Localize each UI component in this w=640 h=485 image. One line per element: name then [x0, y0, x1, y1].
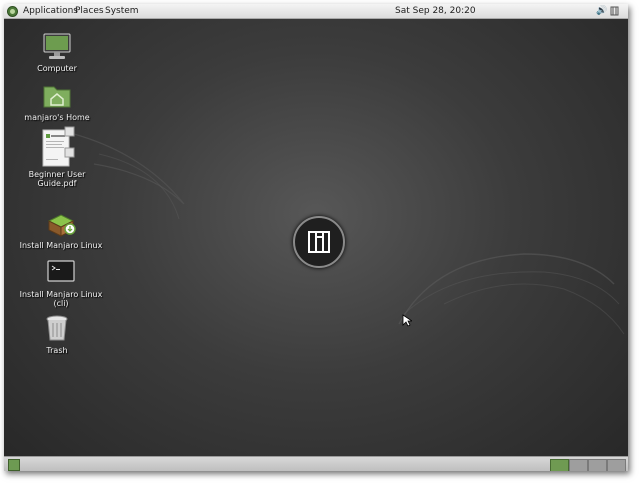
manjaro-logo: [293, 216, 345, 268]
main-menu-logo-icon[interactable]: [7, 6, 18, 17]
desktop-icon-trash[interactable]: Trash: [12, 312, 102, 355]
show-desktop-icon[interactable]: [8, 459, 20, 471]
desktop-icon-label: Install Manjaro Linux: [19, 241, 103, 250]
workspace-1[interactable]: [550, 459, 569, 471]
trash-icon: [41, 312, 73, 344]
workspace-4[interactable]: [607, 459, 626, 471]
desktop-icon-label: Install Manjaro Linux (cli): [19, 290, 103, 308]
menu-places[interactable]: Places: [75, 4, 104, 18]
menu-applications[interactable]: Applications: [23, 4, 78, 18]
desktop-screen: Applications Places System Sat Sep 28, 2…: [4, 4, 628, 471]
desktop-icon-label: Beginner User Guide.pdf: [28, 170, 86, 188]
network-icon[interactable]: [610, 6, 619, 16]
installer-icon: [45, 207, 77, 239]
top-panel: Applications Places System Sat Sep 28, 2…: [4, 4, 628, 19]
volume-icon[interactable]: 🔊: [596, 6, 607, 16]
mouse-cursor-icon: [402, 314, 412, 327]
menu-system[interactable]: System: [105, 4, 139, 18]
panel-clock[interactable]: Sat Sep 28, 20:20: [395, 4, 476, 18]
desktop-icon-computer[interactable]: Computer: [12, 30, 102, 73]
workspace-2[interactable]: [569, 459, 588, 471]
pdf-document-icon: [41, 126, 75, 168]
desktop-icon-label: Trash: [46, 346, 68, 355]
workspace-3[interactable]: [588, 459, 607, 471]
desktop-icon-guide-pdf[interactable]: Beginner User Guide.pdf: [12, 126, 102, 188]
bottom-panel: [4, 456, 628, 471]
desktop-icon-install-cli[interactable]: Install Manjaro Linux (cli): [16, 256, 106, 308]
home-folder-icon: [41, 79, 73, 111]
terminal-icon: [45, 256, 77, 288]
desktop-icon-label: Computer: [37, 64, 77, 73]
desktop-icon-label: manjaro's Home: [24, 113, 90, 122]
desktop-icon-install[interactable]: Install Manjaro Linux: [16, 207, 106, 250]
computer-icon: [41, 30, 73, 62]
desktop-icon-home[interactable]: manjaro's Home: [12, 79, 102, 122]
